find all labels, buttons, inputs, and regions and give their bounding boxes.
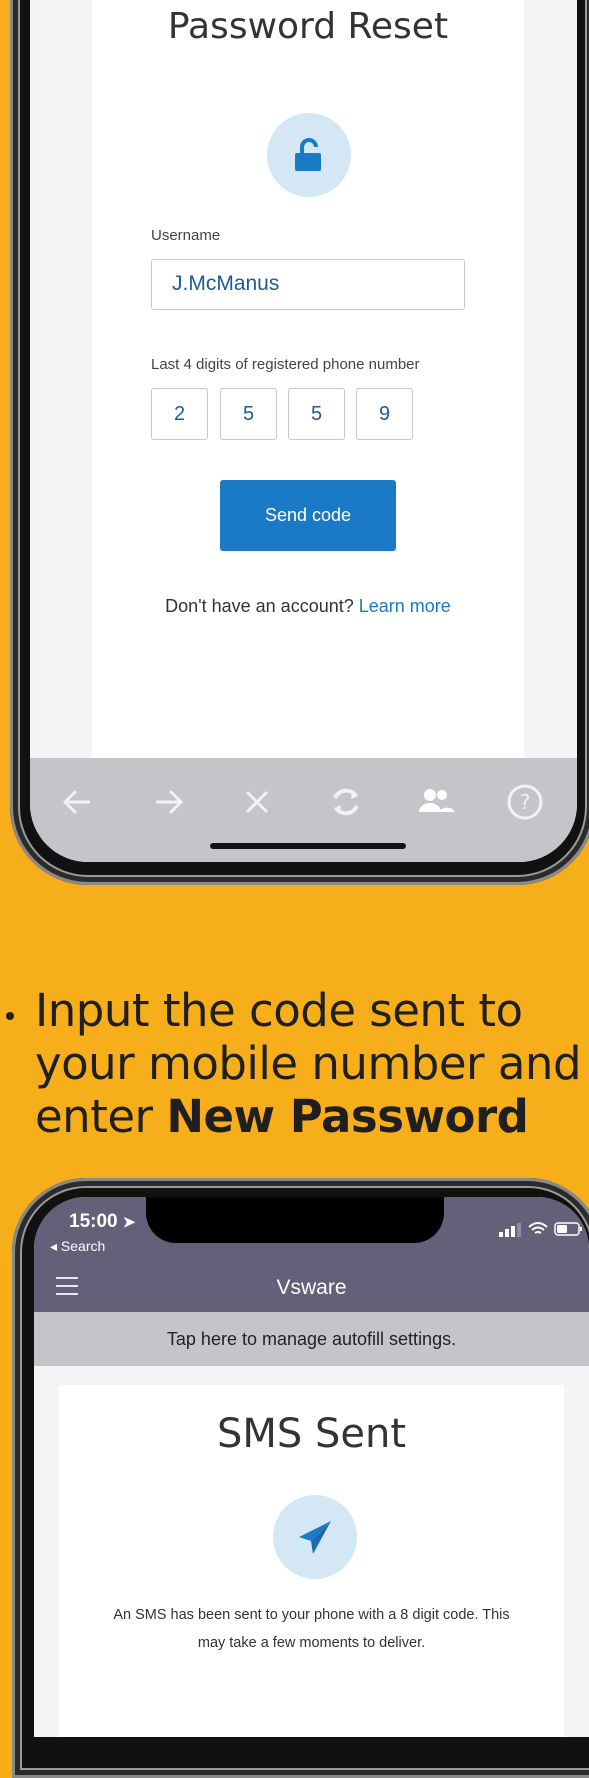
app-title: Vsware: [276, 1276, 347, 1299]
digit-field-2[interactable]: 5: [220, 388, 277, 440]
svg-text:?: ?: [520, 790, 531, 814]
refresh-icon[interactable]: [322, 778, 370, 826]
paper-plane-icon: [273, 1495, 357, 1579]
close-icon[interactable]: [233, 778, 281, 826]
sms-message-line-2: may take a few moments to deliver.: [197, 1635, 426, 1651]
sms-message: An SMS has been sent to your phone with …: [59, 1601, 564, 1657]
status-time: 15:00 ➤: [69, 1211, 135, 1233]
learn-more-link[interactable]: Learn more: [359, 596, 451, 616]
back-arrow-icon[interactable]: [54, 778, 102, 826]
forward-arrow-icon[interactable]: [144, 778, 192, 826]
bullet-point: [6, 1012, 14, 1020]
no-account-label: Don't have an account?: [165, 596, 354, 616]
location-icon: ➤: [122, 1214, 136, 1231]
digit-field-1[interactable]: 2: [151, 388, 208, 440]
status-bar: 15:00 ➤ ◂ Search: [34, 1197, 589, 1263]
instruction-text: Input the code sent to your mobile numbe…: [35, 984, 587, 1143]
no-account-text: Don't have an account? Learn more: [92, 596, 524, 617]
page-title: Password Reset: [167, 6, 449, 47]
help-icon[interactable]: ?: [501, 778, 549, 826]
signal-icon: [499, 1223, 521, 1237]
back-to-search[interactable]: ◂ Search: [50, 1238, 105, 1255]
instruction-bold: New Password: [166, 1090, 529, 1143]
digit-field-3[interactable]: 5: [288, 388, 345, 440]
home-indicator: [210, 843, 406, 849]
phone-digits-label: Last 4 digits of registered phone number: [151, 356, 420, 373]
username-label: Username: [151, 227, 221, 244]
digit-field-4[interactable]: 9: [356, 388, 413, 440]
unlock-icon: [267, 113, 351, 197]
wifi-icon: [528, 1222, 548, 1234]
phone-notch: [146, 1197, 444, 1243]
sms-message-line-1: An SMS has been sent to your phone with …: [113, 1607, 510, 1623]
page-title: SMS Sent: [216, 1411, 407, 1457]
sms-card: SMS Sent An SMS has been sent to your ph…: [59, 1385, 564, 1737]
autofill-banner[interactable]: Tap here to manage autofill settings.: [34, 1312, 589, 1366]
battery-icon: [554, 1222, 582, 1236]
time-text: 15:00: [69, 1211, 118, 1232]
password-reset-screen: Password Reset Username J.McManus Last 4…: [30, 0, 577, 862]
send-code-button[interactable]: Send code: [220, 480, 396, 551]
browser-toolbar: ?: [30, 758, 577, 862]
app-nav-bar: Vsware: [34, 1263, 589, 1312]
reset-card: Password Reset Username J.McManus Last 4…: [92, 0, 524, 758]
username-field[interactable]: J.McManus: [151, 259, 465, 310]
people-icon[interactable]: [411, 778, 459, 826]
sms-sent-screen: 15:00 ➤ ◂ Search Vsware Tap here to mana…: [34, 1197, 589, 1737]
